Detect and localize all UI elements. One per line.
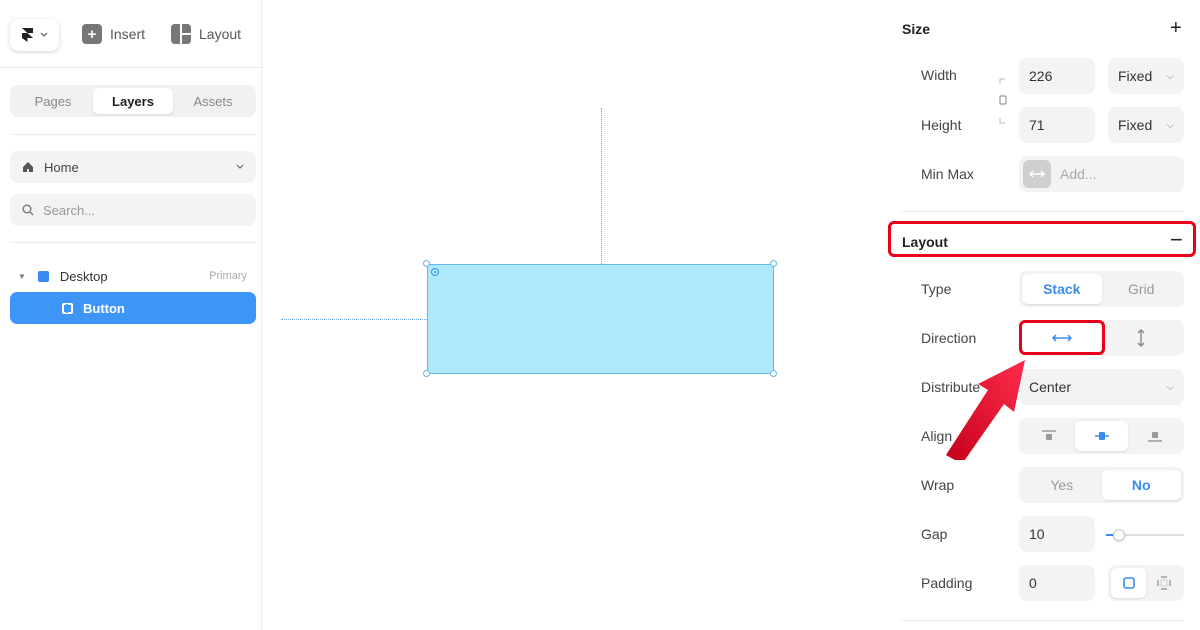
type-toggle: Stack Grid — [1019, 271, 1184, 307]
minmax-placeholder: Add... — [1060, 166, 1097, 182]
wrap-toggle: Yes No — [1019, 467, 1184, 503]
height-input[interactable]: 71 — [1019, 107, 1095, 143]
tab-pages[interactable]: Pages — [13, 88, 93, 114]
selected-button-frame[interactable] — [427, 264, 774, 374]
left-panel: + Insert Layout Pages Layers Assets Home… — [0, 0, 262, 630]
gap-slider-knob[interactable] — [1113, 529, 1125, 541]
tab-layers[interactable]: Layers — [93, 88, 173, 114]
resize-handle-top-right[interactable] — [770, 260, 777, 267]
align-bottom-icon[interactable] — [1128, 421, 1181, 451]
wrap-label: Wrap — [921, 477, 955, 493]
height-label: Height — [921, 117, 962, 133]
height-mode-value: Fixed — [1118, 117, 1153, 133]
page-select-label: Home — [44, 159, 79, 175]
stack-icon — [62, 302, 73, 314]
wrap-no-option[interactable]: No — [1101, 470, 1181, 500]
width-mode-select[interactable]: Fixed ⌵ — [1108, 58, 1184, 94]
top-toolbar: + Insert Layout — [0, 0, 262, 68]
layout-label: Layout — [199, 26, 242, 42]
insert-label: Insert — [110, 26, 146, 42]
section-divider — [902, 211, 1184, 212]
resize-handle-bottom-left[interactable] — [423, 370, 430, 377]
home-icon — [23, 162, 33, 172]
left-panel-tabs: Pages Layers Assets — [10, 85, 256, 117]
chevron-down-icon: ⌵ — [1166, 119, 1174, 131]
padding-uniform-icon[interactable] — [1111, 568, 1146, 598]
distribute-select[interactable]: Center ⌵ — [1019, 369, 1184, 405]
padding-label: Padding — [921, 575, 973, 591]
padding-value: 0 — [1029, 575, 1037, 591]
layer-desktop[interactable]: ▼ Desktop Primary — [10, 260, 256, 292]
plus-square-icon: + — [82, 24, 102, 44]
height-value: 71 — [1029, 117, 1045, 133]
minmax-label: Min Max — [921, 166, 974, 182]
horizontal-guide — [281, 319, 427, 320]
insert-button[interactable]: + Insert — [82, 24, 145, 44]
height-mode-select[interactable]: Fixed ⌵ — [1108, 107, 1184, 143]
padding-input[interactable]: 0 — [1019, 565, 1095, 601]
layer-button[interactable]: Button — [10, 292, 256, 324]
width-value: 226 — [1029, 68, 1053, 84]
frame-origin-icon — [431, 268, 439, 276]
annotation-arrow-icon — [946, 360, 1025, 460]
padding-mode-toggle — [1108, 565, 1184, 601]
properties-panel: Size + Width 226 Fixed ⌵ Height 71 Fixed… — [888, 0, 1200, 630]
section-divider — [902, 620, 1184, 621]
layout-button[interactable]: Layout — [171, 24, 241, 44]
chevron-down-icon: ⌵ — [1166, 70, 1174, 82]
width-input[interactable]: 226 — [1019, 58, 1095, 94]
width-label: Width — [921, 67, 957, 83]
gap-label: Gap — [921, 526, 948, 542]
minmax-input[interactable]: Add... — [1019, 156, 1184, 192]
divider — [10, 242, 256, 243]
add-size-icon[interactable]: + — [1170, 18, 1182, 38]
type-stack-option[interactable]: Stack — [1022, 274, 1102, 304]
page-select[interactable]: Home — [10, 151, 256, 183]
resize-handle-top-left[interactable] — [423, 260, 430, 267]
framer-logo-icon — [22, 28, 33, 42]
search-icon — [22, 204, 34, 216]
annotation-highlight-layout — [888, 221, 1196, 257]
tab-assets[interactable]: Assets — [173, 88, 253, 114]
search-input[interactable]: Search... — [10, 194, 256, 226]
layout-icon — [171, 24, 191, 44]
align-toggle — [1019, 418, 1184, 454]
type-grid-option[interactable]: Grid — [1102, 274, 1182, 304]
type-label: Type — [921, 281, 952, 297]
vertical-guide — [601, 108, 602, 264]
framer-menu-button[interactable] — [10, 19, 59, 51]
frame-icon — [37, 270, 49, 282]
gap-input[interactable]: 10 — [1019, 516, 1095, 552]
direction-vertical-icon[interactable] — [1102, 323, 1182, 353]
expand-caret-icon[interactable]: ▼ — [18, 272, 26, 281]
resize-handle-bottom-right[interactable] — [770, 370, 777, 377]
layer-name: Desktop — [59, 268, 108, 284]
padding-individual-icon[interactable] — [1146, 568, 1181, 598]
chevron-down-icon — [40, 32, 48, 37]
width-mode-value: Fixed — [1118, 68, 1153, 84]
chevron-down-icon — [236, 164, 244, 169]
primary-tag: Primary — [209, 270, 247, 282]
size-section-title: Size — [902, 21, 931, 37]
wrap-yes-option[interactable]: Yes — [1022, 470, 1102, 500]
resize-horizontal-icon — [1023, 160, 1051, 188]
divider — [10, 134, 256, 135]
chevron-down-icon: ⌵ — [1166, 381, 1174, 393]
search-placeholder: Search... — [43, 202, 96, 218]
layer-name: Button — [83, 300, 125, 316]
link-dimensions-icon[interactable] — [999, 76, 1007, 126]
align-center-icon[interactable] — [1075, 421, 1128, 451]
gap-value: 10 — [1029, 526, 1045, 542]
